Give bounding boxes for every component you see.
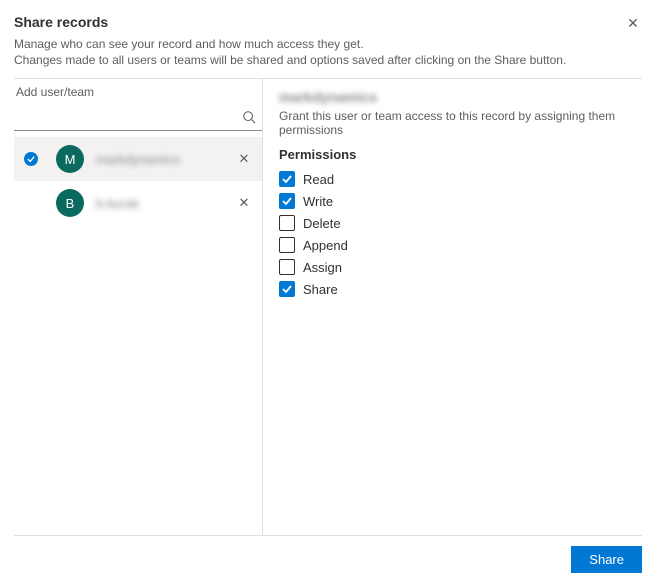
- checkbox-icon: [279, 171, 295, 187]
- permissions-panel: markdynamics Grant this user or team acc…: [263, 79, 642, 535]
- grant-access-text: Grant this user or team access to this r…: [279, 109, 630, 137]
- search-row: [14, 103, 262, 131]
- selected-dot-icon: [24, 152, 38, 166]
- close-icon: ✕: [239, 151, 250, 166]
- dialog-footer: Share: [14, 536, 642, 573]
- user-row[interactable]: B b.burak ✕: [14, 181, 262, 225]
- selection-indicator: [22, 152, 40, 166]
- permission-append[interactable]: Append: [279, 234, 630, 256]
- description-line-1: Manage who can see your record and how m…: [14, 37, 364, 51]
- permission-label: Read: [303, 172, 334, 187]
- selected-user-name: markdynamics: [279, 89, 630, 105]
- share-button[interactable]: Share: [571, 546, 642, 573]
- description-line-2: Changes made to all users or teams will …: [14, 53, 566, 67]
- permissions-list: Read Write Delete Append: [279, 168, 630, 300]
- close-button[interactable]: ✕: [624, 14, 642, 32]
- permission-assign[interactable]: Assign: [279, 256, 630, 278]
- user-name: b.burak: [96, 196, 234, 211]
- permission-label: Append: [303, 238, 348, 253]
- checkbox-icon: [279, 259, 295, 275]
- permission-read[interactable]: Read: [279, 168, 630, 190]
- search-icon: [242, 110, 256, 124]
- permission-label: Delete: [303, 216, 341, 231]
- dialog-header: Share records ✕: [14, 14, 642, 36]
- dialog-title: Share records: [14, 14, 108, 30]
- permission-delete[interactable]: Delete: [279, 212, 630, 234]
- user-name: markdynamics: [96, 152, 234, 167]
- search-input[interactable]: [14, 103, 262, 130]
- permission-label: Assign: [303, 260, 342, 275]
- user-panel: Add user/team M: [14, 79, 263, 535]
- dialog-description: Manage who can see your record and how m…: [14, 36, 642, 68]
- checkbox-icon: [279, 215, 295, 231]
- search-button[interactable]: [240, 108, 258, 126]
- add-user-label: Add user/team: [14, 79, 262, 103]
- avatar: M: [56, 145, 84, 173]
- share-records-dialog: Share records ✕ Manage who can see your …: [0, 0, 656, 587]
- permissions-heading: Permissions: [279, 147, 630, 162]
- checkbox-icon: [279, 193, 295, 209]
- permission-label: Write: [303, 194, 333, 209]
- checkbox-icon: [279, 237, 295, 253]
- close-icon: ✕: [627, 15, 639, 31]
- user-row[interactable]: M markdynamics ✕: [14, 137, 262, 181]
- avatar: B: [56, 189, 84, 217]
- checkbox-icon: [279, 281, 295, 297]
- permission-write[interactable]: Write: [279, 190, 630, 212]
- close-icon: ✕: [239, 195, 250, 210]
- dialog-body: Add user/team M: [14, 78, 642, 536]
- remove-user-button[interactable]: ✕: [234, 149, 254, 169]
- user-list: M markdynamics ✕ B b.burak ✕: [14, 137, 262, 225]
- permission-share[interactable]: Share: [279, 278, 630, 300]
- remove-user-button[interactable]: ✕: [234, 193, 254, 213]
- permission-label: Share: [303, 282, 338, 297]
